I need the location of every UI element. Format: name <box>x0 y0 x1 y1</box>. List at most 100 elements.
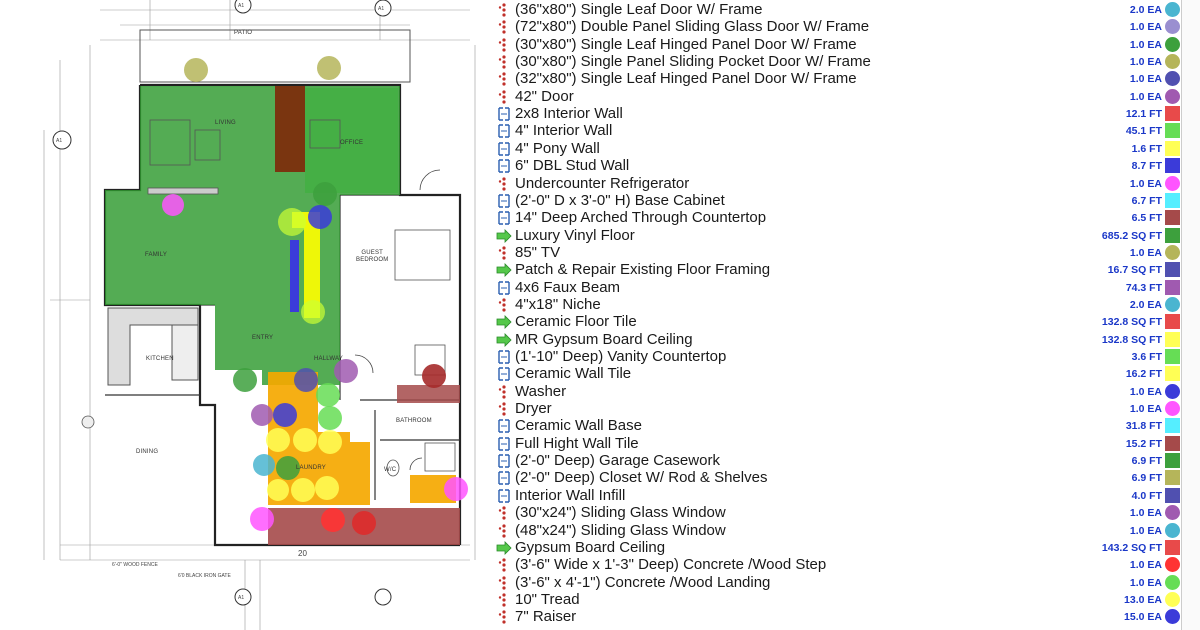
takeoff-row[interactable]: Gypsum Board Ceiling 143.2 SQ FT <box>492 539 1200 556</box>
color-swatch[interactable] <box>1165 262 1180 278</box>
count-dots-icon <box>496 402 512 416</box>
color-swatch[interactable] <box>1165 158 1180 174</box>
dbl-stud-wall[interactable] <box>290 240 299 312</box>
color-swatch[interactable] <box>1165 366 1180 382</box>
color-swatch[interactable] <box>1165 123 1180 139</box>
faux-beam-area[interactable] <box>275 86 305 172</box>
takeoff-item-label: (32"x80") Single Leaf Hinged Panel Door … <box>515 70 857 88</box>
color-swatch[interactable] <box>1165 175 1180 191</box>
takeoff-row[interactable]: 2x8 Interior Wall 12.1 FT <box>492 105 1200 122</box>
takeoff-row[interactable]: MR Gypsum Board Ceiling 132.8 SQ FT <box>492 331 1200 348</box>
color-swatch[interactable] <box>1165 470 1180 486</box>
color-swatch[interactable] <box>1165 349 1180 364</box>
takeoff-row[interactable]: Undercounter Refrigerator 1.0 EA <box>492 175 1200 192</box>
takeoff-item-label: 7" Raiser <box>515 608 577 626</box>
room-label-patio: PATIO <box>234 30 253 36</box>
takeoff-row[interactable]: (1'-10" Deep) Vanity Countertop 3.6 FT <box>492 348 1200 365</box>
color-swatch[interactable] <box>1165 2 1180 17</box>
color-swatch[interactable] <box>1165 88 1180 104</box>
takeoff-row[interactable]: Ceramic Wall Tile 16.2 FT <box>492 365 1200 382</box>
takeoff-row[interactable]: Dryer 1.0 EA <box>492 400 1200 417</box>
takeoff-row[interactable]: 4x6 Faux Beam 74.3 FT <box>492 279 1200 296</box>
takeoff-row[interactable]: 10" Tread 13.0 EA <box>492 591 1200 608</box>
takeoff-row[interactable]: (2'-0" D x 3'-0" H) Base Cabinet 6.7 FT <box>492 192 1200 209</box>
color-swatch[interactable] <box>1165 106 1180 122</box>
takeoff-row[interactable]: 14" Deep Arched Through Countertop 6.5 FT <box>492 209 1200 226</box>
takeoff-item-label: Full Hight Wall Tile <box>515 434 639 452</box>
takeoff-row[interactable]: (30"x24") Sliding Glass Window 1.0 EA <box>492 504 1200 521</box>
color-swatch[interactable] <box>1165 591 1180 607</box>
color-swatch[interactable] <box>1165 539 1180 555</box>
room-label-dining: DINING <box>136 449 159 455</box>
vanity-countertop-area[interactable] <box>397 385 460 403</box>
floor-plan-canvas[interactable]: PATIO LIVING OFFICE FAMILY GUEST BEDROOM… <box>0 0 490 630</box>
color-swatch[interactable] <box>1165 244 1180 260</box>
color-swatch[interactable] <box>1165 296 1180 312</box>
takeoff-row[interactable]: Interior Wall Infill 4.0 FT <box>492 487 1200 504</box>
color-swatch[interactable] <box>1165 279 1180 295</box>
takeoff-row[interactable]: 42" Door 1.0 EA <box>492 88 1200 105</box>
takeoff-item-label: 4"x18" Niche <box>515 295 601 313</box>
takeoff-item-quantity: 45.1 FT <box>1125 125 1162 138</box>
takeoff-item-label: (2'-0" Deep) Garage Casework <box>515 452 720 470</box>
takeoff-item-quantity: 1.0 EA <box>1129 177 1162 190</box>
color-swatch[interactable] <box>1165 557 1180 573</box>
takeoff-row[interactable]: (36"x80") Single Leaf Door W/ Frame 2.0 E… <box>492 1 1200 18</box>
color-swatch[interactable] <box>1165 140 1180 156</box>
fence-note-a: 6'-0" WOOD FENCE <box>112 562 158 568</box>
count-dots-icon <box>496 38 512 52</box>
fence-note-b: 6'0 BLACK IRON GATE <box>178 573 231 579</box>
takeoff-row[interactable]: 85" TV 1.0 EA <box>492 244 1200 261</box>
takeoff-row[interactable]: 4" Interior Wall 45.1 FT <box>492 122 1200 139</box>
color-swatch[interactable] <box>1165 314 1180 330</box>
takeoff-row[interactable]: (32"x80") Single Leaf Hinged Panel Door … <box>492 70 1200 87</box>
takeoff-item-quantity: 15.2 FT <box>1125 437 1162 450</box>
panel-scroll-edge[interactable] <box>1181 0 1200 630</box>
takeoff-row[interactable]: Ceramic Floor Tile 132.8 SQ FT <box>492 313 1200 330</box>
takeoff-item-quantity: 3.6 FT <box>1131 351 1162 363</box>
linear-measure-icon <box>496 142 512 156</box>
color-swatch[interactable] <box>1165 19 1180 35</box>
color-swatch[interactable] <box>1165 401 1180 417</box>
color-swatch[interactable] <box>1165 453 1180 469</box>
takeoff-row[interactable]: 6" DBL Stud Wall 8.7 FT <box>492 157 1200 174</box>
color-swatch[interactable] <box>1165 574 1180 590</box>
takeoff-row[interactable]: 7" Raiser 15.0 EA <box>492 608 1200 625</box>
takeoff-item-quantity: 74.3 FT <box>1125 281 1162 294</box>
takeoff-row[interactable]: Ceramic Wall Base 31.8 FT <box>492 417 1200 434</box>
takeoff-row[interactable]: (72"x80") Double Panel Sliding Glass Doo… <box>492 18 1200 35</box>
takeoff-list-panel[interactable]: (36"x80") Single Leaf Door W/ Frame 2.0 E… <box>492 0 1200 630</box>
takeoff-item-quantity: 4.0 FT <box>1131 489 1162 502</box>
color-swatch[interactable] <box>1165 522 1180 538</box>
takeoff-row[interactable]: Patch & Repair Existing Floor Framing 16.… <box>492 261 1200 278</box>
color-swatch[interactable] <box>1165 71 1180 87</box>
takeoff-row[interactable]: (2'-0" Deep) Closet W/ Rod & Shelves 6.9 … <box>492 469 1200 486</box>
takeoff-row[interactable]: (30"x80") Single Leaf Hinged Panel Door … <box>492 36 1200 53</box>
color-swatch[interactable] <box>1165 383 1180 399</box>
color-swatch[interactable] <box>1165 54 1180 70</box>
takeoff-row[interactable]: Luxury Vinyl Floor 685.2 SQ FT <box>492 227 1200 244</box>
takeoff-row[interactable]: (3'-6" x 4'-1") Concrete /Wood Landing 1.… <box>492 574 1200 591</box>
color-swatch[interactable] <box>1165 418 1180 434</box>
room-label-bathroom: BATHROOM <box>396 418 432 424</box>
color-swatch[interactable] <box>1165 505 1180 521</box>
color-swatch[interactable] <box>1165 609 1180 625</box>
color-swatch[interactable] <box>1165 227 1180 243</box>
color-swatch[interactable] <box>1165 487 1180 503</box>
takeoff-row[interactable]: (30"x80") Single Panel Sliding Pocket Do… <box>492 53 1200 70</box>
color-swatch[interactable] <box>1165 210 1180 226</box>
takeoff-row[interactable]: Washer 1.0 EA <box>492 383 1200 400</box>
area-icon <box>496 263 512 278</box>
takeoff-row[interactable]: 4"x18" Niche 2.0 EA <box>492 296 1200 313</box>
linear-measure-icon <box>496 194 512 208</box>
linear-measure-icon <box>496 211 512 225</box>
color-swatch[interactable] <box>1165 192 1180 208</box>
takeoff-row[interactable]: (48"x24") Sliding Glass Window 1.0 EA <box>492 522 1200 539</box>
takeoff-row[interactable]: (3'-6" Wide x 1'-3" Deep) Concrete /Wood… <box>492 556 1200 573</box>
takeoff-row[interactable]: Full Hight Wall Tile 15.2 FT <box>492 435 1200 452</box>
color-swatch[interactable] <box>1165 435 1180 451</box>
takeoff-row[interactable]: 4" Pony Wall 1.6 FT <box>492 140 1200 157</box>
color-swatch[interactable] <box>1165 331 1180 347</box>
takeoff-row[interactable]: (2'-0" Deep) Garage Casework 6.9 FT <box>492 452 1200 469</box>
color-swatch[interactable] <box>1165 36 1180 52</box>
